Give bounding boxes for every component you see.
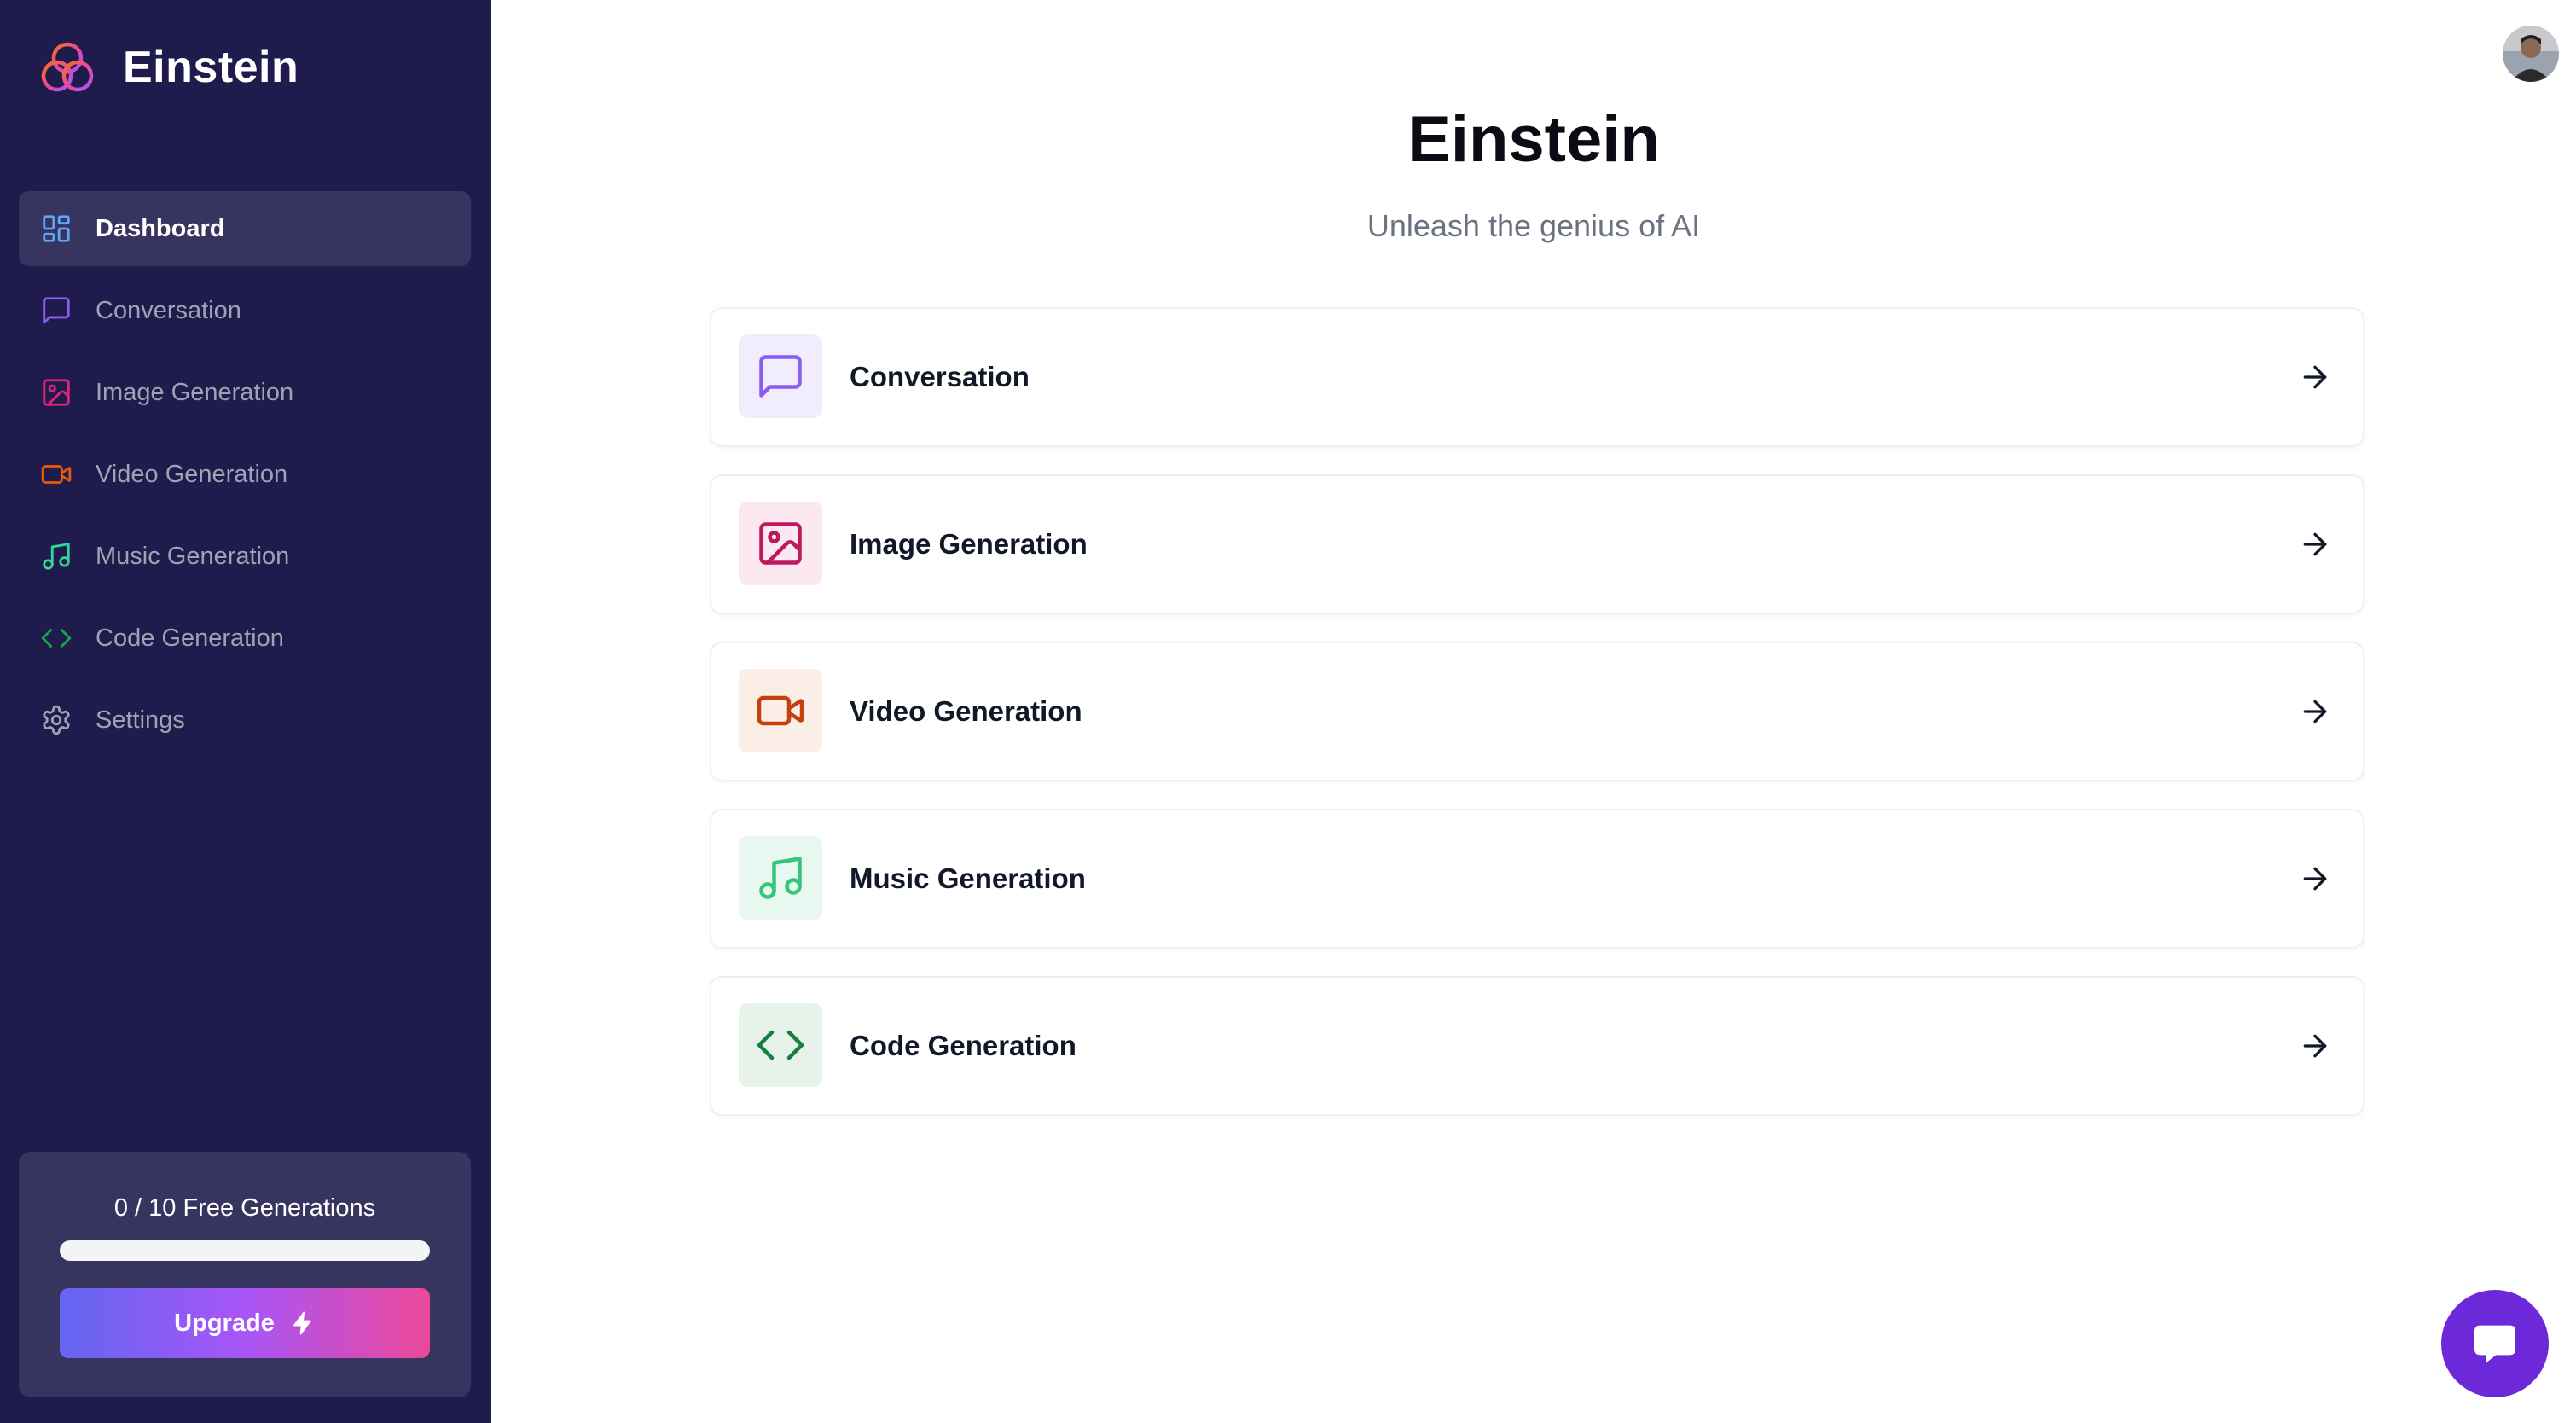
zap-icon <box>293 1311 311 1335</box>
code-icon <box>39 621 73 655</box>
free-generations-progress <box>60 1240 430 1261</box>
user-avatar[interactable] <box>2503 26 2559 82</box>
sidebar-item-label: Image Generation <box>96 378 294 406</box>
sidebar-item-video-generation[interactable]: Video Generation <box>19 437 471 512</box>
tool-card-code-generation[interactable]: Code Generation <box>710 976 2364 1116</box>
tool-card-music-generation[interactable]: Music Generation <box>710 809 2364 949</box>
card-icon-bg <box>739 502 822 585</box>
arrow-right-icon <box>2303 867 2327 891</box>
sidebar-item-label: Settings <box>96 706 185 734</box>
sidebar-item-label: Music Generation <box>96 542 290 570</box>
tool-card-label: Video Generation <box>850 695 1082 727</box>
arrow-right-icon <box>2303 700 2327 723</box>
sidebar-item-label: Video Generation <box>96 460 288 488</box>
tool-card-image-generation[interactable]: Image Generation <box>710 474 2364 614</box>
avatar-image <box>2503 26 2559 82</box>
sidebar-item-music-generation[interactable]: Music Generation <box>19 519 471 594</box>
page-subtitle: Unleash the genius of AI <box>1366 208 1701 243</box>
settings-icon <box>39 703 73 737</box>
free-generations-panel: 0 / 10 Free Generations Upgrade <box>19 1152 471 1397</box>
code-icon <box>757 1030 804 1060</box>
image-icon <box>39 375 73 409</box>
free-generations-count: 0 / 10 Free Generations <box>113 1194 376 1222</box>
sidebar-item-label: Dashboard <box>96 214 225 242</box>
sidebar-item-settings[interactable]: Settings <box>19 682 471 758</box>
video-icon <box>757 695 804 726</box>
brand[interactable]: Einstein <box>38 38 299 97</box>
layout-grid-icon <box>39 212 73 246</box>
upgrade-button-label: Upgrade <box>174 1309 275 1337</box>
sidebar: Einstein Dashboard Conversation Image Ge… <box>0 0 491 1423</box>
sidebar-item-label: Code Generation <box>96 624 284 652</box>
brand-name: Einstein <box>123 43 299 92</box>
music-icon <box>39 539 73 573</box>
image-icon <box>759 522 802 565</box>
arrow-right-icon <box>2303 365 2327 389</box>
music-icon <box>759 857 802 899</box>
tool-card-label: Code Generation <box>850 1030 1076 1061</box>
tool-card-conversation[interactable]: Conversation <box>710 307 2364 447</box>
arrow-right-icon <box>2303 532 2327 556</box>
chat-bubble-icon <box>2474 1325 2515 1363</box>
sidebar-nav: Dashboard Conversation Image Generation <box>19 191 471 764</box>
card-icon-bg <box>739 334 822 418</box>
sidebar-item-conversation[interactable]: Conversation <box>19 273 471 348</box>
logo-icon <box>41 42 94 92</box>
tool-card-label: Music Generation <box>850 863 1086 894</box>
chat-widget-button[interactable] <box>2441 1290 2549 1397</box>
message-square-icon <box>759 355 802 398</box>
tool-card-label: Conversation <box>850 361 1030 392</box>
card-icon-bg <box>739 669 822 752</box>
sidebar-item-image-generation[interactable]: Image Generation <box>19 355 471 430</box>
upgrade-button[interactable]: Upgrade <box>60 1288 430 1358</box>
video-icon <box>39 457 73 491</box>
message-square-icon <box>39 293 73 328</box>
arrow-right-icon <box>2303 1034 2327 1058</box>
tool-card-label: Image Generation <box>850 528 1088 560</box>
page-title: Einstein <box>1407 103 1660 176</box>
card-icon-bg <box>739 836 822 920</box>
card-icon-bg <box>739 1003 822 1087</box>
sidebar-item-code-generation[interactable]: Code Generation <box>19 601 471 676</box>
sidebar-item-label: Conversation <box>96 296 241 324</box>
tools-list: Conversation Image Generation Video Gene… <box>710 307 2364 1143</box>
sidebar-item-dashboard[interactable]: Dashboard <box>19 191 471 266</box>
tool-card-video-generation[interactable]: Video Generation <box>710 642 2364 781</box>
